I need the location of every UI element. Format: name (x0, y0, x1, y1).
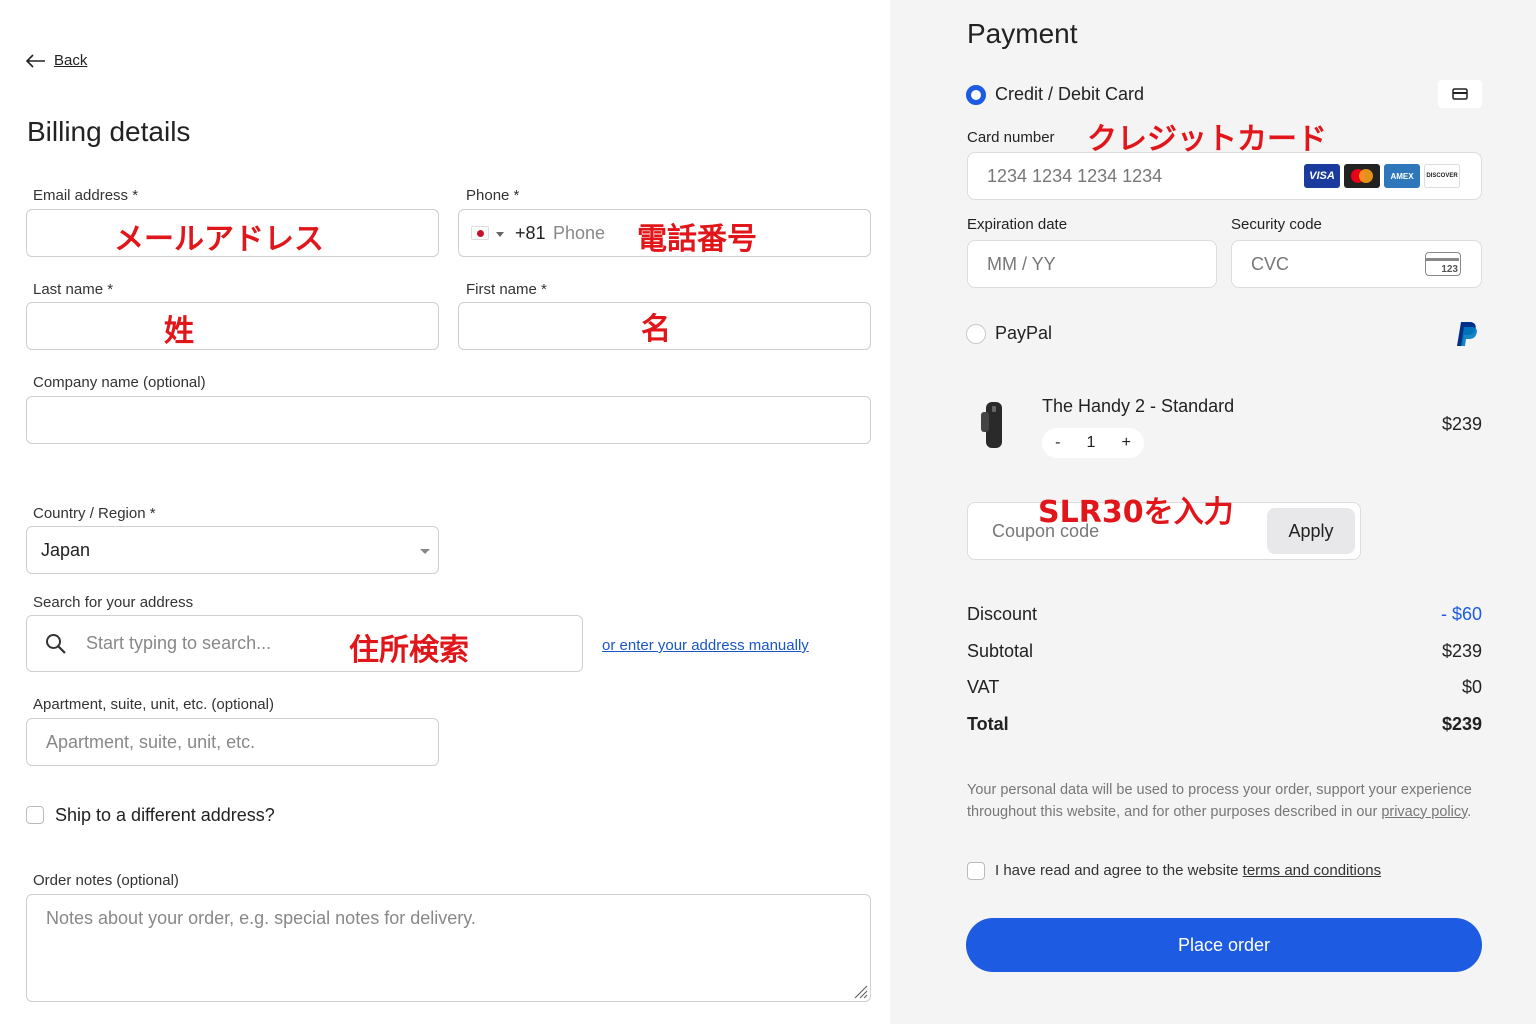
company-label: Company name (optional) (33, 374, 206, 391)
address-search-input[interactable]: Start typing to search... (26, 615, 583, 672)
first-name-annotation: 名 (641, 312, 671, 347)
discount-label: Discount (967, 604, 1038, 624)
visa-icon: VISA (1304, 164, 1340, 188)
country-select[interactable]: Japan (26, 526, 439, 574)
vat-value: $0 (1461, 677, 1482, 697)
card-number-label: Card number (967, 129, 1055, 146)
resize-handle-icon[interactable] (852, 983, 868, 999)
email-annotation: メールアドレス (114, 222, 324, 257)
caret-down-icon[interactable] (496, 232, 504, 237)
privacy-notice: Your personal data will be used to proce… (967, 780, 1487, 823)
amex-icon: AMEX (1384, 164, 1420, 188)
page-title: Billing details (27, 116, 191, 147)
privacy-end: . (1467, 803, 1472, 820)
discover-icon: DISCOVER (1424, 164, 1460, 188)
payment-panel: Payment Credit / Debit Card Card number … (890, 0, 1536, 1024)
terms-agreement: I have read and agree to the website ter… (995, 862, 1381, 879)
japan-flag-icon[interactable] (471, 226, 489, 240)
order-notes-label: Order notes (optional) (33, 872, 179, 889)
order-notes-textarea[interactable]: Notes about your order, e.g. special not… (26, 894, 871, 1002)
apply-coupon-button[interactable]: Apply (1267, 508, 1355, 554)
last-name-field[interactable] (26, 302, 439, 350)
paypal-icon (1457, 322, 1477, 346)
credit-card-label: Credit / Debit Card (995, 84, 1145, 104)
last-name-annotation: 姓 (164, 314, 194, 349)
expiration-input[interactable]: MM / YY (967, 240, 1217, 288)
qty-minus-button[interactable]: - (1055, 434, 1060, 452)
subtotal-value: $239 (1441, 641, 1482, 661)
security-input[interactable]: CVC 123 (1231, 240, 1482, 288)
company-field[interactable] (26, 396, 871, 444)
last-name-label: Last name * (33, 281, 114, 298)
vat-label: VAT (967, 677, 1000, 697)
quantity-stepper: - 1 + (1042, 428, 1144, 458)
qty-plus-button[interactable]: + (1122, 434, 1131, 452)
paypal-label: PayPal (995, 323, 1053, 343)
security-label: Security code (1231, 216, 1322, 233)
product-price: $239 (1441, 414, 1482, 434)
address-search-placeholder: Start typing to search... (86, 633, 272, 653)
mastercard-icon (1344, 164, 1380, 188)
country-value: Japan (41, 540, 91, 560)
terms-link[interactable]: terms and conditions (1243, 862, 1381, 879)
privacy-policy-link[interactable]: privacy policy (1381, 804, 1467, 820)
expiration-placeholder: MM / YY (987, 254, 1056, 274)
phone-label: Phone * (466, 187, 520, 204)
back-link[interactable]: Back (26, 52, 87, 69)
order-notes-placeholder: Notes about your order, e.g. special not… (46, 908, 476, 928)
place-order-button[interactable]: Place order (966, 918, 1482, 972)
discount-value: - $60 (1440, 604, 1482, 624)
payment-title: Payment (967, 18, 1078, 49)
product-name: The Handy 2 - Standard (1042, 396, 1235, 416)
apartment-field[interactable]: Apartment, suite, unit, etc. (26, 718, 439, 766)
address-search-label: Search for your address (33, 594, 194, 611)
apartment-placeholder: Apartment, suite, unit, etc. (46, 732, 256, 752)
apartment-label: Apartment, suite, unit, etc. (optional) (33, 696, 274, 713)
total-value: $239 (1441, 714, 1482, 734)
coupon-annotation: SLR30を入力 (1038, 495, 1234, 530)
phone-annotation: 電話番号 (637, 222, 757, 257)
total-label: Total (967, 714, 1009, 734)
email-label: Email address * (33, 187, 139, 204)
phone-placeholder: Phone (553, 223, 606, 243)
phone-country-code: +81 (515, 223, 546, 243)
terms-checkbox[interactable] (967, 862, 985, 880)
ship-different-checkbox[interactable] (26, 806, 44, 824)
paypal-radio[interactable] (966, 324, 986, 344)
card-number-input[interactable]: 1234 1234 1234 1234 VISA AMEX DISCOVER (967, 152, 1482, 200)
arrow-left-icon (26, 53, 45, 68)
security-placeholder: CVC (1251, 254, 1290, 274)
search-icon (46, 634, 66, 654)
product-image (981, 402, 1002, 448)
chevron-down-icon (420, 549, 430, 554)
first-name-label: First name * (466, 281, 547, 298)
expiration-label: Expiration date (967, 216, 1068, 233)
card-number-placeholder: 1234 1234 1234 1234 (987, 166, 1163, 186)
address-search-annotation: 住所検索 (349, 633, 469, 668)
ship-different-label: Ship to a different address? (55, 805, 275, 825)
back-label: Back (54, 52, 88, 69)
terms-text: I have read and agree to the website (995, 862, 1243, 879)
country-label: Country / Region * (33, 505, 156, 522)
card-icon (1438, 80, 1482, 108)
qty-value: 1 (1086, 434, 1096, 451)
credit-card-radio[interactable] (966, 85, 986, 105)
subtotal-label: Subtotal (967, 641, 1034, 661)
billing-panel: Back Billing details Email address * メール… (0, 0, 890, 1024)
cvc-card-icon: 123 (1425, 252, 1461, 276)
manual-address-link[interactable]: or enter your address manually (602, 637, 809, 654)
